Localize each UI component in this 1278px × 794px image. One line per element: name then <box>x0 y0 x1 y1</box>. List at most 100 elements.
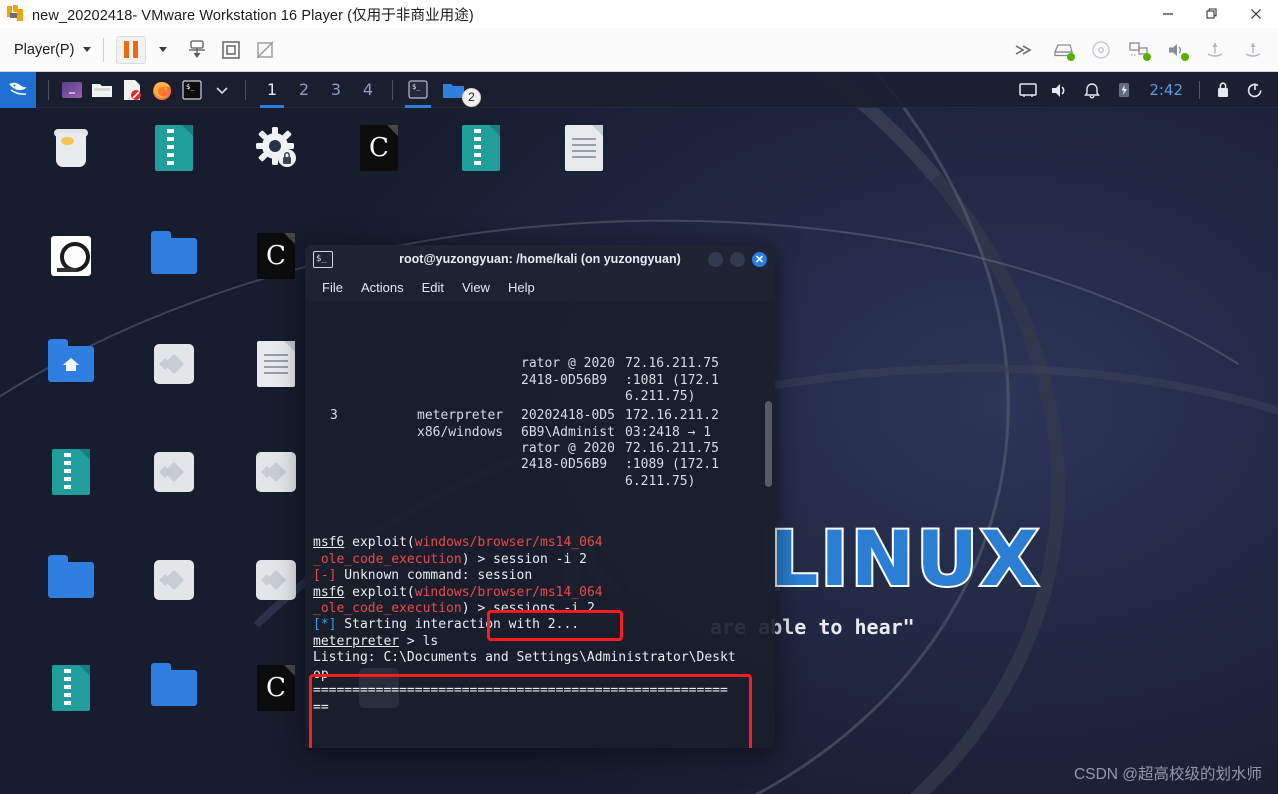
executable-icon <box>154 344 194 384</box>
status-dot <box>1067 53 1075 61</box>
desktop-icon-glyph <box>250 338 302 390</box>
desktop-icon[interactable] <box>532 122 636 180</box>
clock[interactable]: 2:42 <box>1149 81 1183 99</box>
terminal-output[interactable]: rator @ 2020 2418-0D56B9 72.16.211.75 :1… <box>305 301 775 748</box>
full-screen-button[interactable] <box>214 34 248 66</box>
desktop-icon[interactable] <box>19 122 123 180</box>
toolbar-divider <box>103 37 105 62</box>
pause-dropdown-button[interactable] <box>146 34 180 66</box>
root-terminal-launcher[interactable]: $_ <box>177 75 207 105</box>
desktop-icon[interactable] <box>19 338 123 396</box>
terminal-minimize-button[interactable] <box>708 251 723 267</box>
separator-line2: == <box>313 700 767 716</box>
terminal-scrollbar[interactable] <box>765 401 772 487</box>
volume-tray-icon[interactable] <box>1045 75 1075 105</box>
taskbar-terminal-window[interactable]: $_ <box>401 72 435 108</box>
text-file-icon <box>565 125 603 171</box>
battery-tray-icon[interactable] <box>1109 75 1139 105</box>
terminal-menu-file[interactable]: File <box>322 280 343 295</box>
terminal-maximize-button[interactable] <box>730 251 745 267</box>
notifications-tray-icon[interactable] <box>1077 75 1107 105</box>
desktop-icon[interactable] <box>122 554 226 612</box>
svg-text:$_: $_ <box>186 83 195 91</box>
unity-mode-button[interactable] <box>248 34 282 66</box>
terminal-menu-view[interactable]: View <box>462 280 490 295</box>
kali-dragon-icon[interactable] <box>0 72 36 108</box>
close-button[interactable] <box>1234 0 1278 28</box>
listing-line2: op <box>313 667 767 683</box>
meterpreter-prompt-part-0: meterpreter <box>313 633 400 649</box>
sound-status-icon[interactable] <box>1160 33 1194 67</box>
desktop-icon[interactable] <box>19 554 123 612</box>
archive-icon <box>52 665 90 711</box>
usb1-status-icon[interactable] <box>1198 33 1232 67</box>
session-row-1-id: 3 <box>330 408 338 424</box>
harddisk-status-icon[interactable] <box>1046 33 1080 67</box>
desktop-icon[interactable] <box>224 122 328 180</box>
desktop-icon-glyph: C <box>250 662 302 714</box>
terminal-window[interactable]: $_ root@yuzongyuan: /home/kali (on yuzon… <box>305 245 775 748</box>
terminal-title-bar[interactable]: $_ root@yuzongyuan: /home/kali (on yuzon… <box>305 245 775 273</box>
desktop-icon-glyph <box>45 338 97 390</box>
starting-line: [*] Starting interaction with 2... <box>313 617 767 633</box>
separator-line-part-0: ========================================… <box>313 683 728 699</box>
c-source-icon: C <box>257 665 295 711</box>
window-title: new_20202418- VMware Workstation 16 Play… <box>32 7 474 24</box>
desktop-icon[interactable]: C <box>327 122 431 180</box>
lock-screen-icon[interactable] <box>1208 75 1238 105</box>
status-dot <box>1181 53 1189 61</box>
workspace-button-1[interactable]: 1 <box>256 72 288 108</box>
desktop-icon-glyph <box>45 122 97 174</box>
desktop-icon[interactable] <box>19 230 123 288</box>
desktop-icon[interactable] <box>122 122 226 180</box>
terminal-menu-help[interactable]: Help <box>508 280 535 295</box>
cd-dvd-status-icon[interactable] <box>1084 33 1118 67</box>
firefox-launcher[interactable] <box>147 75 177 105</box>
file-manager-launcher[interactable] <box>87 75 117 105</box>
prompt1-line1-part-2: windows/browser/ms14_064 <box>414 535 603 551</box>
text-editor-launcher[interactable] <box>117 75 147 105</box>
desktop-icon-glyph <box>148 230 200 282</box>
desktop-icon[interactable] <box>122 338 226 396</box>
logout-icon[interactable] <box>1240 75 1270 105</box>
meterpreter-prompt-part-1: > ls <box>399 633 439 649</box>
workspace-button-3[interactable]: 3 <box>320 72 352 108</box>
session-row-1-information: 20202418-0D5 6B9\Administ rator @ 2020 2… <box>521 408 615 473</box>
launcher-dropdown-button[interactable] <box>207 75 237 105</box>
chevrons-right-icon[interactable] <box>1008 33 1042 67</box>
prompt1-line2-part-0: _ole_code_execution <box>313 551 462 567</box>
minimize-button[interactable] <box>1146 0 1190 28</box>
terminal-menu-edit[interactable]: Edit <box>422 280 444 295</box>
desktop-icon[interactable] <box>122 662 226 720</box>
pause-vm-button[interactable] <box>116 35 147 64</box>
taskbar-file-manager-window[interactable]: 2 <box>435 72 481 108</box>
trash-icon <box>54 127 88 169</box>
terminal-close-button[interactable]: ✕ <box>752 251 767 267</box>
desktop-icon[interactable] <box>122 446 226 504</box>
window-controls <box>1146 0 1278 28</box>
c-source-icon: C <box>257 233 295 279</box>
send-key-button[interactable] <box>180 34 214 66</box>
network-status-icon[interactable] <box>1122 33 1156 67</box>
desktop-icon[interactable] <box>122 230 226 288</box>
network-tray-icon[interactable] <box>1013 75 1043 105</box>
prompt2-line2-part-0: _ole_code_execution <box>313 601 462 617</box>
terminal-emulator-launcher[interactable] <box>57 75 87 105</box>
session-row-0-information: rator @ 2020 2418-0D56B9 <box>521 356 615 388</box>
prompt2-line1-part-0: msf6 <box>313 584 345 600</box>
player-menu-button[interactable]: Player(P) <box>14 42 92 58</box>
desktop-icon[interactable] <box>19 662 123 720</box>
terminal-menu-actions[interactable]: Actions <box>361 280 404 295</box>
vmware-title-bar: new_20202418- VMware Workstation 16 Play… <box>0 0 1278 28</box>
session-row-0-connection: 72.16.211.75 :1081 (172.1 6.211.75) <box>625 356 719 405</box>
workspace-button-4[interactable]: 4 <box>352 72 384 108</box>
workspace-button-2[interactable]: 2 <box>288 72 320 108</box>
desktop-icon[interactable] <box>429 122 533 180</box>
prompt1-line1-part-0: msf6 <box>313 535 345 551</box>
listing-line1-part-0: Listing: C:\Documents and Settings\Admin… <box>313 650 736 666</box>
usb2-status-icon[interactable] <box>1236 33 1270 67</box>
restore-button[interactable] <box>1190 0 1234 28</box>
desktop-icon[interactable] <box>19 446 123 504</box>
error-line-part-0: [-] <box>313 568 337 584</box>
guest-screen: KALI LINUX are able to hear" CSDN @超高校级的… <box>0 72 1278 794</box>
